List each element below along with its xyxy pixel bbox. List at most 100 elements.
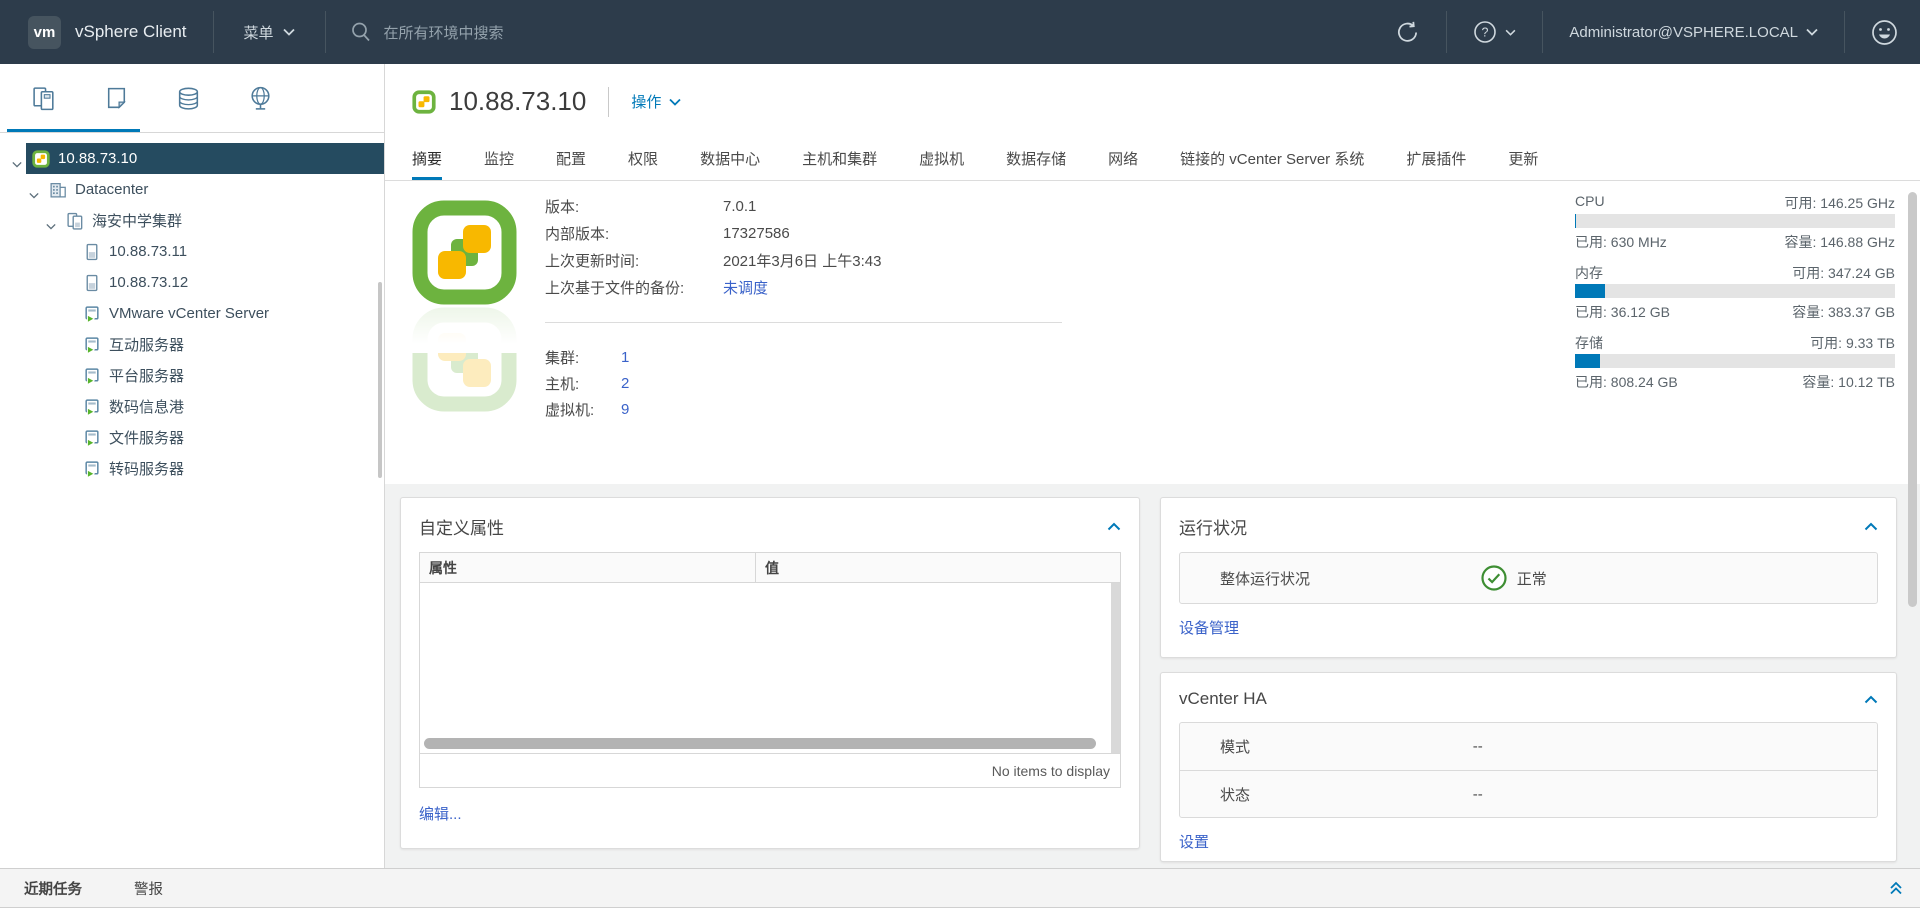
main-scrollbar[interactable] xyxy=(1908,192,1917,607)
tree-row-vcenter[interactable]: 10.88.73.10 xyxy=(0,143,384,174)
tree-row-vm[interactable]: 平台服务器 xyxy=(0,360,384,391)
collapse-tasks-pane-button[interactable] xyxy=(1888,880,1904,896)
tab-extensions[interactable]: 扩展插件 xyxy=(1406,143,1466,180)
help-icon: ? xyxy=(1473,20,1497,44)
tab-datastores[interactable]: 数据存储 xyxy=(1006,143,1066,180)
tree-row-vm[interactable]: 文件服务器 xyxy=(0,422,384,453)
tab-hosts-clusters[interactable]: 主机和集群 xyxy=(802,143,877,180)
backup-not-scheduled-link[interactable]: 未调度 xyxy=(723,277,768,298)
meter-free: 可用: 347.24 GB xyxy=(1792,263,1895,281)
tree-item-label: 10.88.73.10 xyxy=(58,150,137,167)
ha-state-label: 状态 xyxy=(1220,784,1250,805)
user-menu-button[interactable]: Administrator@VSPHERE.LOCAL xyxy=(1543,24,1844,41)
app-title: vSphere Client xyxy=(75,22,187,42)
table-horizontal-scrollbar[interactable] xyxy=(424,738,1096,749)
smiley-icon xyxy=(1871,19,1898,46)
tab-monitor[interactable]: 监控 xyxy=(484,143,514,180)
refresh-button[interactable] xyxy=(1369,20,1446,45)
ha-state-row: 状态 -- xyxy=(1180,770,1877,817)
host-icon xyxy=(83,243,101,261)
appliance-management-link[interactable]: 设备管理 xyxy=(1179,617,1239,638)
tree-row-host[interactable]: 10.88.73.11 xyxy=(0,236,384,267)
meter-used: 已用: 808.24 GB xyxy=(1575,372,1678,390)
storage-usage-bar xyxy=(1575,354,1895,368)
column-header-value[interactable]: 值 xyxy=(756,558,779,578)
tab-summary[interactable]: 摘要 xyxy=(412,143,442,180)
alarms-button[interactable]: 警报 xyxy=(134,878,163,899)
tab-configure[interactable]: 配置 xyxy=(556,143,586,180)
actions-menu-button[interactable]: 操作 xyxy=(631,91,681,112)
menu-button[interactable]: 菜单 xyxy=(244,22,295,43)
info-row-last-updated: 上次更新时间: 2021年3月6日 上午3:43 xyxy=(545,247,881,274)
vms-count-link[interactable]: 9 xyxy=(621,401,629,418)
collapse-panel-button[interactable] xyxy=(1864,522,1878,531)
meter-used: 已用: 630 MHz xyxy=(1575,232,1667,250)
inventory-view-tabs xyxy=(0,64,384,133)
tab-permissions[interactable]: 权限 xyxy=(628,143,658,180)
menu-label: 菜单 xyxy=(244,22,274,43)
chevron-down-icon[interactable] xyxy=(12,155,22,172)
tab-storage[interactable] xyxy=(152,64,224,132)
hosts-count-link[interactable]: 2 xyxy=(621,375,629,392)
inventory-tree: 10.88.73.10 xyxy=(0,133,384,484)
inventory-sidebar: 10.88.73.10 xyxy=(0,64,385,868)
sidebar-scrollbar[interactable] xyxy=(378,282,382,478)
count-row-vms: 虚拟机: 9 xyxy=(545,396,629,422)
resource-meters: CPU 可用: 146.25 GHz 已用: 630 MHz 容量: 146.8… xyxy=(1575,193,1895,403)
help-menu-button[interactable]: ? xyxy=(1447,20,1542,44)
tree-row-vm[interactable]: VMware vCenter Server xyxy=(0,298,384,329)
tab-networking[interactable] xyxy=(224,64,296,132)
info-row-build: 内部版本: 17327586 xyxy=(545,220,881,247)
tab-networks[interactable]: 网络 xyxy=(1108,143,1138,180)
vmware-logo[interactable]: vm xyxy=(28,16,61,49)
table-vertical-scrollbar[interactable] xyxy=(1111,583,1120,753)
edit-attributes-link[interactable]: 编辑... xyxy=(419,803,462,824)
chevron-up-icon xyxy=(1864,695,1878,704)
cluster-icon xyxy=(66,212,84,230)
table-footer: No items to display xyxy=(420,753,1120,787)
storage-usage-fill xyxy=(1575,354,1600,368)
chevron-up-icon xyxy=(1864,522,1878,531)
chevron-down-icon[interactable] xyxy=(46,217,56,234)
collapse-panel-button[interactable] xyxy=(1107,522,1121,531)
tree-row-vm[interactable]: 互动服务器 xyxy=(0,329,384,360)
chevron-down-icon[interactable] xyxy=(29,186,39,203)
refresh-icon xyxy=(1395,20,1420,45)
vms-and-templates-icon xyxy=(103,85,130,112)
cpu-meter: CPU 可用: 146.25 GHz 已用: 630 MHz 容量: 146.8… xyxy=(1575,193,1895,250)
tree-row-vm[interactable]: 转码服务器 xyxy=(0,453,384,484)
tree-row-datacenter[interactable]: Datacenter xyxy=(0,174,384,205)
tree-item-label: 10.88.73.11 xyxy=(109,243,187,260)
count-label: 主机: xyxy=(545,373,621,394)
topbar-right-group: ? Administrator@VSPHERE.LOCAL xyxy=(1369,0,1920,64)
tab-linked-vcenter[interactable]: 链接的 vCenter Server 系统 xyxy=(1180,143,1364,180)
column-header-attribute[interactable]: 属性 xyxy=(420,553,756,582)
tab-hosts-and-clusters[interactable] xyxy=(8,64,80,132)
tab-datacenters[interactable]: 数据中心 xyxy=(700,143,760,180)
collapse-panel-button[interactable] xyxy=(1864,695,1878,704)
count-row-clusters: 集群: 1 xyxy=(545,344,629,370)
ha-mode-label: 模式 xyxy=(1220,736,1250,757)
tab-updates[interactable]: 更新 xyxy=(1508,143,1538,180)
tree-item-label: 文件服务器 xyxy=(109,427,184,448)
tab-vms[interactable]: 虚拟机 xyxy=(919,143,964,180)
vcenter-ha-table: 模式 -- 状态 -- xyxy=(1179,722,1878,818)
ha-settings-link[interactable]: 设置 xyxy=(1179,831,1209,852)
recent-tasks-button[interactable]: 近期任务 xyxy=(24,878,82,899)
clusters-count-link[interactable]: 1 xyxy=(621,349,629,366)
topbar-divider xyxy=(213,11,214,53)
tree-row-host[interactable]: 10.88.73.12 xyxy=(0,267,384,298)
ha-mode-value: -- xyxy=(1473,738,1483,755)
tree-row-vm[interactable]: 数码信息港 xyxy=(0,391,384,422)
info-label: 上次基于文件的备份: xyxy=(545,277,723,298)
vcenter-icon xyxy=(32,150,50,168)
memory-usage-fill xyxy=(1575,284,1605,298)
top-bar: vm vSphere Client 菜单 在所有环境中搜索 xyxy=(0,0,1920,64)
health-ok-icon xyxy=(1480,564,1508,592)
count-row-hosts: 主机: 2 xyxy=(545,370,629,396)
tab-vms-and-templates[interactable] xyxy=(80,64,152,132)
global-search[interactable]: 在所有环境中搜索 xyxy=(350,21,504,43)
tree-row-cluster[interactable]: 海安中学集群 xyxy=(0,205,384,236)
main-content: 10.88.73.10 操作 摘要 监控 配置 权限 数据中心 主机和集群 虚拟… xyxy=(385,64,1920,868)
feedback-button[interactable] xyxy=(1845,19,1920,46)
